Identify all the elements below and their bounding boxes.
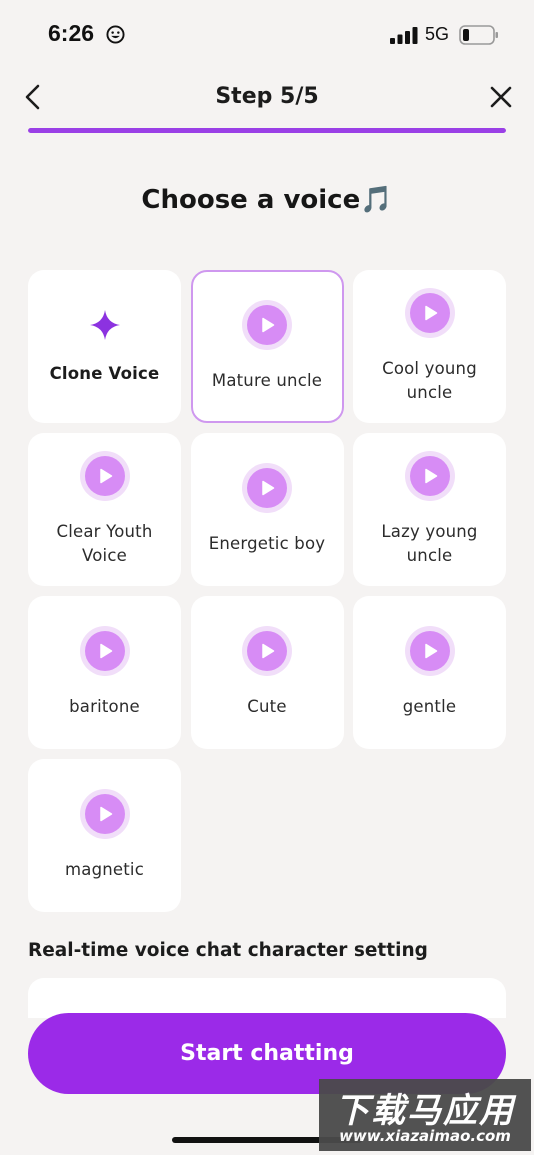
play-icon[interactable]: [404, 451, 455, 501]
voice-grid: Clone Voice Mature uncle Cool young uncle C…: [28, 270, 506, 912]
watermark-url: www.xiazaimao.com: [339, 1127, 511, 1145]
voice-label: Mature uncle: [211, 371, 323, 390]
network-label: 5G: [425, 24, 450, 44]
voice-card[interactable]: Clear Youth Voice: [28, 433, 181, 586]
status-bar: 6:26 5G: [0, 0, 534, 70]
voice-card[interactable]: Cool young uncle: [353, 270, 506, 423]
close-icon[interactable]: [486, 82, 516, 112]
battery-icon: [459, 25, 498, 45]
smiley-icon: [106, 25, 125, 44]
sparkle-icon: [87, 307, 123, 343]
watermark: 下载马应用 www.xiazaimao.com: [319, 1079, 531, 1151]
voice-label: gentle: [402, 697, 457, 716]
voice-label: Lazy young uncle: [381, 522, 478, 565]
status-time: 6:26: [48, 20, 95, 46]
watermark-title: 下载马应用: [335, 1091, 515, 1131]
play-icon[interactable]: [404, 626, 455, 676]
voice-label: baritone: [69, 697, 140, 716]
voice-label: Clone Voice: [49, 364, 160, 383]
voice-label: Clear Youth Voice: [56, 522, 153, 565]
voice-label: Cool young uncle: [382, 359, 477, 402]
progress-fill: [28, 128, 506, 133]
header: Step 5/5: [0, 70, 534, 130]
play-icon[interactable]: [242, 626, 292, 676]
play-icon[interactable]: [79, 789, 130, 839]
progress-bar: [28, 128, 506, 133]
signal-icon: [390, 27, 418, 44]
voice-card[interactable]: Energetic boy: [190, 433, 344, 586]
play-icon[interactable]: [404, 288, 455, 338]
voice-card[interactable]: magnetic: [28, 759, 181, 912]
voice-card[interactable]: baritone: [28, 596, 181, 749]
page-title: Choose a voice🎵: [141, 185, 393, 215]
play-icon[interactable]: [79, 626, 130, 676]
play-icon[interactable]: [242, 300, 292, 350]
step-title: Step 5/5: [215, 84, 319, 109]
voice-card[interactable]: gentle: [353, 596, 506, 749]
voice-card[interactable]: Mature uncle: [190, 270, 344, 423]
voice-label: Cute: [247, 697, 287, 716]
character-setting-input[interactable]: [28, 978, 506, 1018]
voice-card[interactable]: Clone Voice: [28, 270, 181, 423]
voice-label: Energetic boy: [208, 534, 326, 553]
voice-label: magnetic: [65, 860, 144, 879]
voice-card[interactable]: Lazy young uncle: [353, 433, 506, 586]
play-icon[interactable]: [79, 451, 130, 501]
section-title: Real-time voice chat character setting: [28, 940, 428, 961]
voice-card[interactable]: Cute: [190, 596, 344, 749]
play-icon[interactable]: [242, 463, 292, 513]
